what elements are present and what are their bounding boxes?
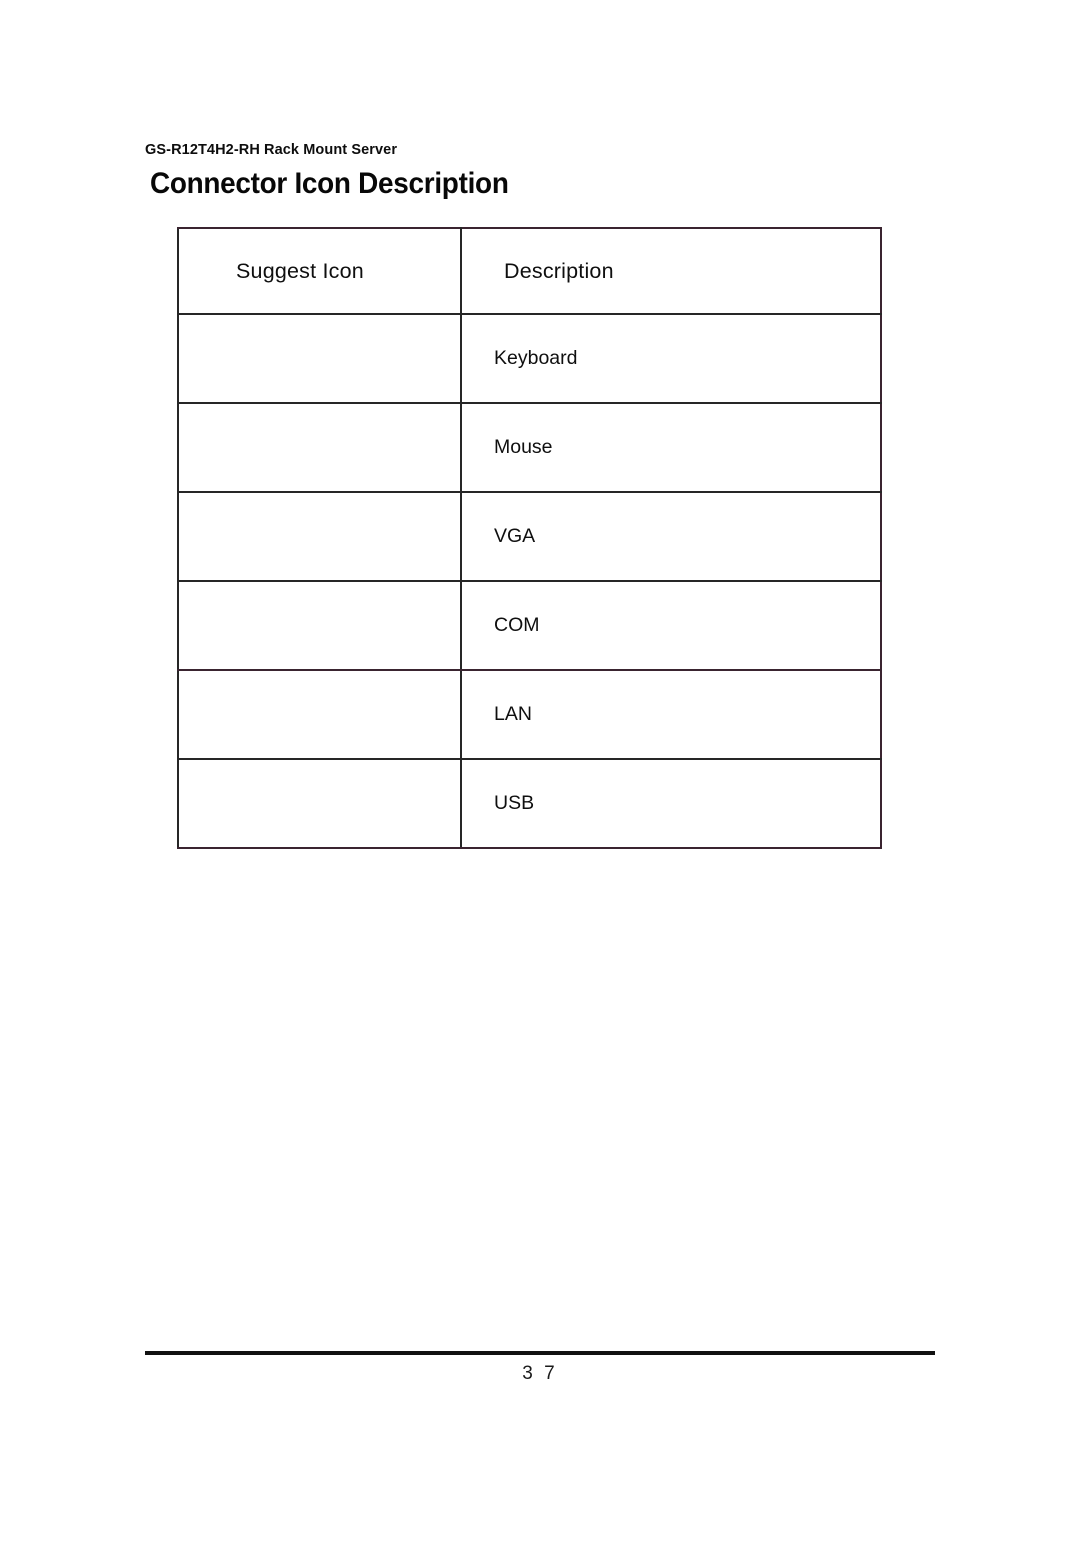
table-header-row: Suggest Icon Description xyxy=(177,227,882,315)
table-row: LAN xyxy=(177,669,882,760)
com-connector-icon xyxy=(236,625,460,626)
cell-description-mouse: Mouse xyxy=(460,402,882,493)
keyboard-connector-icon xyxy=(236,358,460,359)
row-label-keyboard: Keyboard xyxy=(494,347,578,369)
row-label-com: COM xyxy=(494,614,540,636)
cell-icon-lan xyxy=(177,669,462,760)
cell-description-vga: VGA xyxy=(460,491,882,582)
cell-description-com: COM xyxy=(460,580,882,671)
cell-icon-mouse xyxy=(177,402,462,493)
mouse-connector-icon xyxy=(236,447,460,448)
table-row: VGA xyxy=(177,491,882,582)
cell-icon-vga xyxy=(177,491,462,582)
table-row: COM xyxy=(177,580,882,671)
cell-icon-com xyxy=(177,580,462,671)
row-label-mouse: Mouse xyxy=(494,436,553,458)
column-header-description: Description xyxy=(504,258,614,283)
cell-description-usb: USB xyxy=(460,758,882,849)
table-row: Mouse xyxy=(177,402,882,493)
running-header: GS-R12T4H2-RH Rack Mount Server xyxy=(145,142,398,158)
column-header-suggest-icon: Suggest Icon xyxy=(236,258,364,283)
vga-connector-icon xyxy=(236,536,460,537)
page-title: Connector Icon Description xyxy=(150,167,509,200)
row-label-vga: VGA xyxy=(494,525,536,547)
row-label-lan: LAN xyxy=(494,703,532,725)
table-header-cell-description: Description xyxy=(460,227,882,315)
table-row: Keyboard xyxy=(177,313,882,404)
table-header-cell-icon: Suggest Icon xyxy=(177,227,462,315)
footer-divider xyxy=(145,1351,935,1355)
cell-icon-keyboard xyxy=(177,313,462,404)
cell-description-lan: LAN xyxy=(460,669,882,760)
usb-connector-icon xyxy=(236,803,460,804)
page-number: 3 7 xyxy=(522,1363,558,1384)
connector-icon-table: Suggest Icon Description Keyboard Mouse … xyxy=(177,227,882,849)
lan-connector-icon xyxy=(236,714,460,715)
table-row: USB xyxy=(177,758,882,849)
cell-description-keyboard: Keyboard xyxy=(460,313,882,404)
cell-icon-usb xyxy=(177,758,462,849)
row-label-usb: USB xyxy=(494,792,535,814)
